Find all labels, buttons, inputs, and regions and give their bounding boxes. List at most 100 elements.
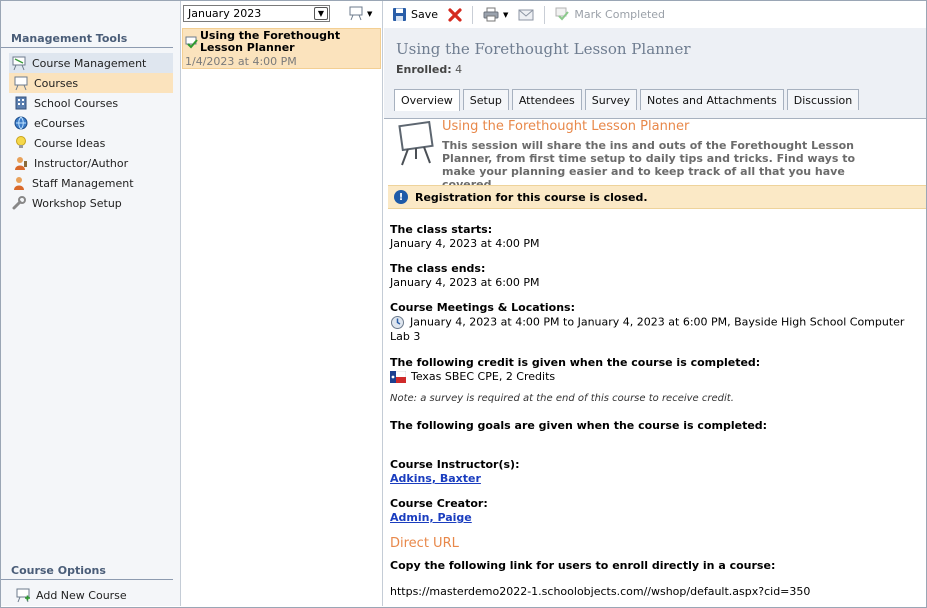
nav-label: eCourses — [34, 116, 85, 130]
nav-item-staff-management[interactable]: Staff Management — [9, 173, 173, 193]
nav-label: Staff Management — [32, 176, 134, 190]
add-course-icon — [15, 587, 31, 603]
print-button[interactable]: ▼ — [481, 5, 510, 25]
credit-label: The following credit is given when the c… — [390, 356, 761, 369]
enrolled-count: Enrolled: 4 — [396, 63, 462, 76]
direct-url-title: Direct URL — [390, 536, 459, 551]
staff-management-icon — [11, 175, 27, 191]
nav-label: Course Management — [32, 56, 147, 70]
class-ends-label: The class ends: — [390, 262, 486, 275]
month-select[interactable]: January 2023 ▼ — [183, 5, 330, 22]
page-title: Using the Forethought Lesson Planner — [396, 40, 691, 58]
registration-closed-notice: ! Registration for this course is closed… — [388, 185, 926, 209]
course-options-title: Course Options — [1, 564, 173, 580]
class-ends-value: January 4, 2023 at 6:00 PM — [390, 276, 540, 289]
email-button[interactable] — [516, 5, 536, 25]
instructor-author-icon — [13, 155, 29, 171]
board-view-icon — [349, 6, 363, 21]
management-tools-section: Management Tools — [1, 32, 177, 48]
toolbar-separator — [544, 5, 546, 24]
add-new-course-button[interactable]: Add New Course — [15, 585, 127, 605]
courses-icon — [13, 75, 29, 91]
overview-content: Using the Forethought Lesson Planner Thi… — [384, 118, 926, 606]
mark-completed-icon — [555, 7, 570, 21]
nav-label: Workshop Setup — [32, 196, 122, 210]
nav-label: School Courses — [34, 96, 119, 110]
tab-notes-and-attachments[interactable]: Notes and Attachments — [640, 89, 784, 110]
tab-overview[interactable]: Overview — [394, 89, 460, 111]
info-icon: ! — [394, 190, 408, 204]
print-icon — [483, 7, 499, 22]
credit-value: Texas SBEC CPE, 2 Credits — [411, 370, 556, 383]
mark-completed-label: Mark Completed — [574, 8, 666, 21]
direct-url-value[interactable]: https://masterdemo2022-1.schoolobjects.c… — [390, 585, 810, 598]
goals-label: The following goals are given when the c… — [390, 419, 768, 432]
delete-icon — [448, 7, 462, 22]
instructor-link[interactable]: Adkins, Baxter — [390, 472, 481, 485]
creator-label: Course Creator: — [390, 497, 488, 510]
ecourses-icon — [13, 115, 29, 131]
course-management-icon — [11, 55, 27, 71]
nav-item-instructor-author[interactable]: Instructor/Author — [9, 153, 173, 173]
location-icon — [390, 315, 405, 330]
tab-attendees[interactable]: Attendees — [511, 89, 582, 110]
dropdown-arrow-icon: ▼ — [367, 9, 373, 18]
tab-survey[interactable]: Survey — [584, 89, 638, 110]
presentation-board-icon — [398, 121, 434, 166]
enrolled-label: Enrolled: — [396, 63, 452, 76]
mark-completed-button[interactable]: Mark Completed — [553, 5, 667, 25]
toolbar-separator — [472, 5, 474, 24]
meetings-label: Course Meetings & Locations: — [390, 301, 575, 314]
course-list-panel: January 2023 ▼ ▼ Using the Forethought L… — [182, 1, 383, 606]
overview-title: Using the Forethought Lesson Planner — [442, 119, 690, 134]
direct-url-label: Copy the following link for users to enr… — [390, 559, 776, 572]
course-detail-panel: Save ▼ Mark Completed Using the Forethou… — [384, 1, 926, 606]
nav-label: Course Ideas — [34, 136, 106, 150]
creator-link[interactable]: Admin, Paige — [390, 511, 472, 524]
save-icon — [393, 8, 406, 21]
print-dropdown-icon: ▼ — [503, 10, 509, 19]
month-select-value: January 2023 — [188, 7, 262, 20]
class-starts-value: January 4, 2023 at 4:00 PM — [390, 237, 540, 250]
course-list-item-date: 1/4/2023 at 4:00 PM — [185, 55, 297, 68]
class-starts-label: The class starts: — [390, 223, 493, 236]
tab-setup[interactable]: Setup — [462, 89, 509, 110]
completed-check-icon — [185, 36, 198, 52]
management-tools-title: Management Tools — [1, 32, 173, 48]
credit-row: Texas SBEC CPE, 2 Credits — [390, 370, 555, 383]
email-icon — [518, 9, 534, 21]
management-nav: Course Management Courses School Courses… — [9, 53, 173, 213]
nav-item-ecourses[interactable]: eCourses — [9, 113, 173, 133]
workshop-setup-icon — [11, 195, 27, 211]
meetings-value: January 4, 2023 at 4:00 PM to January 4,… — [390, 315, 905, 344]
view-options-button[interactable]: ▼ — [348, 6, 372, 21]
course-list-item-title: Using the Forethought Lesson Planner — [185, 30, 380, 54]
course-ideas-icon — [13, 135, 29, 151]
instructor-label: Course Instructor(s): — [390, 458, 520, 471]
notice-text: Registration for this course is closed. — [415, 190, 648, 204]
save-label: Save — [411, 8, 439, 21]
nav-item-course-ideas[interactable]: Course Ideas — [9, 133, 173, 153]
nav-label: Courses — [34, 76, 79, 90]
left-panel: Management Tools Course Management Cours… — [1, 1, 181, 606]
course-list-item[interactable]: Using the Forethought Lesson Planner 1/4… — [182, 28, 381, 69]
nav-item-workshop-setup[interactable]: Workshop Setup — [9, 193, 173, 213]
delete-button[interactable] — [446, 5, 464, 25]
nav-item-school-courses[interactable]: School Courses — [9, 93, 173, 113]
save-button[interactable]: Save — [390, 5, 440, 25]
survey-note: Note: a survey is required at the end of… — [390, 393, 734, 404]
add-new-course-label: Add New Course — [36, 588, 127, 602]
tab-discussion[interactable]: Discussion — [786, 89, 860, 110]
school-courses-icon — [13, 95, 29, 111]
nav-item-courses[interactable]: Courses — [9, 73, 173, 93]
tab-bar: Overview Setup Attendees Survey Notes an… — [394, 89, 860, 111]
course-header: Using the Forethought Lesson Planner Enr… — [384, 28, 926, 118]
meetings-row: January 4, 2023 at 4:00 PM to January 4,… — [390, 315, 926, 344]
toolbar: Save ▼ Mark Completed — [384, 1, 926, 28]
texas-flag-icon — [390, 371, 406, 383]
course-options-section: Course Options — [1, 564, 177, 580]
course-description: This session will share the ins and outs… — [442, 139, 856, 191]
nav-item-course-management[interactable]: Course Management — [9, 53, 173, 73]
enrolled-value: 4 — [455, 63, 463, 76]
nav-label: Instructor/Author — [34, 156, 129, 170]
